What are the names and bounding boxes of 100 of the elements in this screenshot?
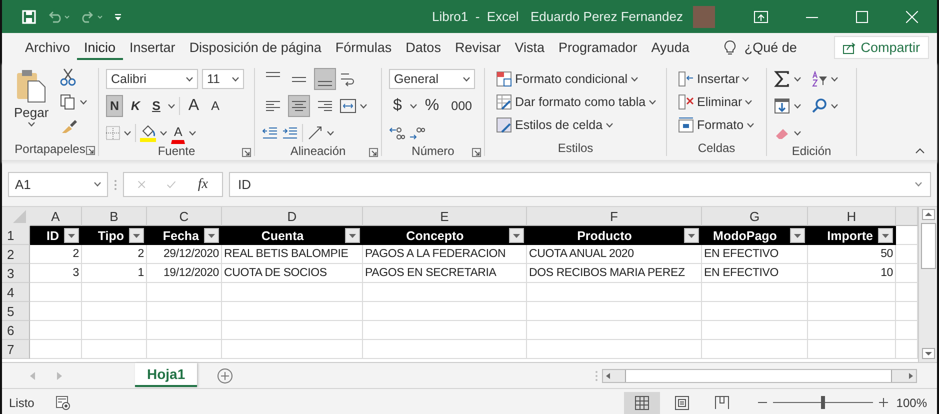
center-button[interactable] — [288, 95, 310, 117]
caret-icon[interactable] — [186, 76, 193, 82]
bold-button[interactable]: N — [106, 95, 124, 117]
delete-cells-button[interactable]: Eliminar — [674, 91, 758, 113]
ribbon-display-icon[interactable] — [754, 10, 768, 22]
filter-dropdown-icon[interactable] — [509, 228, 524, 243]
caret-icon[interactable] — [28, 122, 35, 127]
ribbon-tab[interactable]: Revisar — [448, 36, 508, 60]
check-icon[interactable] — [167, 179, 176, 190]
number-format-field[interactable]: General — [389, 69, 475, 89]
column-header[interactable]: C — [147, 207, 222, 226]
sort-filter-icon[interactable] — [811, 71, 827, 87]
filter-dropdown-icon[interactable] — [878, 228, 893, 243]
percent-button[interactable]: % — [420, 95, 444, 117]
ribbon-tab[interactable]: Archivo — [18, 36, 78, 60]
orientation-icon[interactable] — [307, 125, 323, 141]
ribbon-tab[interactable]: Vista — [508, 36, 552, 60]
filter-dropdown-icon[interactable] — [204, 228, 219, 243]
ribbon-tab[interactable]: Disposición de página — [182, 36, 328, 60]
caret-icon[interactable] — [831, 76, 838, 82]
dialog-launcher-icon[interactable] — [472, 148, 481, 157]
caret-icon[interactable] — [915, 182, 922, 187]
horizontal-scroll-thumb[interactable] — [625, 370, 892, 382]
customize-toolbar-icon[interactable] — [114, 12, 122, 20]
thousands-button[interactable]: 000 — [447, 95, 476, 117]
caret-icon[interactable] — [606, 122, 613, 128]
row-header[interactable]: 6 — [2, 321, 30, 340]
filter-dropdown-icon[interactable] — [64, 228, 79, 243]
font-size-field[interactable]: 11 — [202, 69, 244, 89]
maximize-icon[interactable] — [856, 10, 868, 22]
zoom-slider-thumb[interactable] — [821, 396, 826, 409]
format-table-button[interactable]: Dar formato como tabla — [492, 91, 660, 113]
grow-font-button[interactable]: A — [184, 95, 204, 117]
ribbon-tab[interactable]: Ayuda — [644, 36, 696, 60]
scissors-icon[interactable] — [60, 68, 76, 86]
filter-dropdown-icon[interactable] — [345, 228, 360, 243]
copy-icon[interactable] — [60, 94, 76, 110]
caret-icon[interactable] — [630, 76, 638, 82]
caret-icon[interactable] — [327, 130, 334, 136]
format-cells-button[interactable]: Formato — [674, 114, 758, 136]
conditional-format-button[interactable]: Formato condicional — [492, 68, 660, 90]
dialog-launcher-icon[interactable] — [86, 146, 95, 155]
collapse-ribbon-icon[interactable] — [915, 148, 925, 154]
wrap-text-icon[interactable] — [340, 71, 354, 87]
shrink-font-button[interactable]: A — [207, 95, 224, 117]
caret-icon[interactable] — [124, 130, 131, 136]
caret-icon[interactable] — [168, 104, 176, 108]
filter-dropdown-icon[interactable] — [684, 228, 699, 243]
font-color-button[interactable]: A — [171, 122, 186, 144]
column-header[interactable]: D — [222, 207, 363, 226]
formula-field[interactable]: ID — [229, 172, 931, 197]
tell-me-search[interactable]: ¿Qué de — [744, 40, 797, 55]
save-icon[interactable] — [22, 10, 36, 24]
name-box[interactable]: A1 — [8, 172, 108, 197]
filter-dropdown-icon[interactable] — [129, 228, 144, 243]
sum-icon[interactable] — [774, 71, 790, 87]
close-icon[interactable] — [906, 10, 918, 22]
caret-icon[interactable] — [745, 100, 752, 104]
search-icon[interactable] — [811, 98, 827, 114]
row-header[interactable]: 1 — [2, 226, 30, 245]
caret-icon[interactable] — [794, 130, 801, 136]
macro-record-icon[interactable] — [56, 396, 70, 410]
column-header[interactable]: G — [702, 207, 808, 226]
row-header[interactable]: 2 — [2, 245, 30, 264]
column-header[interactable]: A — [30, 207, 82, 226]
caret-icon[interactable] — [794, 104, 801, 108]
column-header[interactable]: H — [808, 207, 896, 226]
horizontal-scrollbar[interactable] — [602, 368, 917, 382]
insert-cells-button[interactable]: Insertar — [674, 68, 758, 90]
ribbon-tab[interactable]: Datos — [398, 36, 448, 60]
ribbon-tab[interactable]: Inicio — [77, 36, 123, 60]
row-header[interactable]: 5 — [2, 302, 30, 321]
bottom-align-button[interactable] — [314, 68, 336, 90]
font-name-field[interactable]: Calibri — [106, 69, 198, 89]
caret-icon[interactable] — [831, 104, 838, 108]
caret-icon[interactable] — [746, 122, 754, 128]
column-header[interactable]: E — [363, 207, 527, 226]
decrease-indent-icon[interactable] — [262, 127, 278, 139]
caret-icon[interactable] — [160, 130, 167, 136]
caret-icon[interactable] — [94, 182, 101, 187]
add-sheet-icon[interactable] — [217, 368, 234, 384]
row-header[interactable]: 7 — [2, 340, 30, 359]
ribbon-tab[interactable]: Insertar — [122, 36, 182, 60]
format-painter-icon[interactable] — [60, 118, 78, 134]
scroll-up-icon[interactable] — [922, 209, 934, 220]
merge-center-icon[interactable] — [340, 99, 356, 113]
dialog-launcher-icon[interactable] — [369, 148, 378, 157]
insert-function-button[interactable]: fx — [198, 176, 208, 192]
italic-button[interactable]: K — [127, 95, 144, 117]
row-header[interactable]: 3 — [2, 264, 30, 283]
column-header[interactable]: B — [82, 207, 147, 226]
dialog-launcher-icon[interactable] — [242, 148, 251, 157]
filter-dropdown-icon[interactable] — [790, 228, 805, 243]
zoom-in-icon[interactable] — [879, 398, 888, 407]
normal-view-button[interactable] — [624, 392, 660, 414]
scroll-down-icon[interactable] — [922, 348, 934, 359]
caret-icon[interactable] — [794, 76, 801, 82]
caret-icon[interactable] — [648, 100, 656, 104]
caret-icon[interactable] — [742, 76, 750, 82]
caret-icon[interactable] — [80, 100, 87, 104]
